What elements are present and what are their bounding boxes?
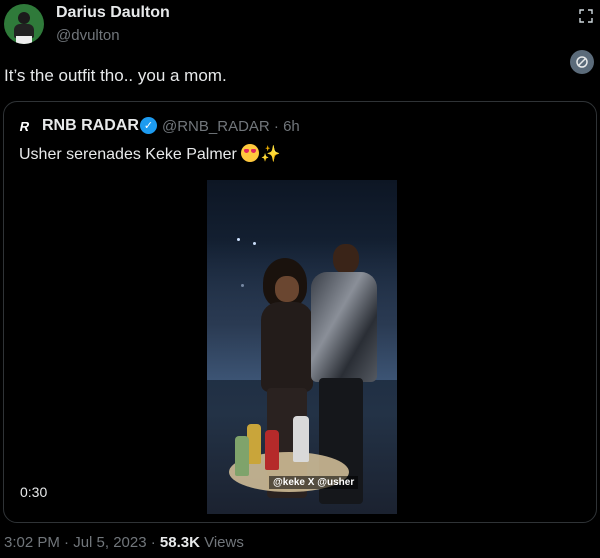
- avatar[interactable]: [4, 4, 44, 44]
- rnb-radar-logo-icon: R: [18, 119, 31, 134]
- grok-glyph-icon: [576, 56, 588, 68]
- views-label: Views: [199, 534, 244, 551]
- timestamp[interactable]: 3:02 PM · Jul 5, 2023 ·: [4, 534, 160, 551]
- video-player[interactable]: @keke X @usher: [207, 180, 397, 514]
- video-bottle: [247, 424, 261, 464]
- video-bottle: [265, 430, 279, 470]
- video-duration: 0:30: [20, 484, 48, 500]
- avatar-figure-pants: [16, 36, 32, 44]
- video-bottle: [293, 416, 309, 462]
- quoted-display-name[interactable]: RNB RADAR: [42, 117, 139, 135]
- tweet-text: It’s the outfit tho.. you a mom.: [4, 66, 227, 85]
- quoted-tweet-text: Usher serenades Keke Palmer ✨: [19, 144, 281, 164]
- quoted-handle-time: @RNB_RADAR · 6h: [162, 118, 300, 135]
- sparkles-emoji-icon: ✨: [260, 146, 281, 163]
- expand-icon[interactable]: [578, 8, 594, 24]
- video-bottle: [235, 436, 249, 476]
- views-count: 58.3K: [159, 534, 200, 551]
- avatar-figure-head: [18, 12, 30, 24]
- quoted-tweet-card[interactable]: R RNB RADAR ✓ @RNB_RADAR · 6h Usher sere…: [3, 101, 597, 523]
- author-handle[interactable]: @dvulton: [56, 27, 120, 44]
- verified-badge-icon: ✓: [140, 117, 157, 134]
- tweet-metadata: 3:02 PM · Jul 5, 2023 · 58.3K Views: [4, 534, 244, 551]
- grok-icon[interactable]: [570, 50, 594, 74]
- heart-eyes-emoji-icon: [240, 144, 259, 162]
- author-display-name[interactable]: Darius Daulton: [56, 4, 170, 22]
- video-caption: @keke X @usher: [269, 476, 359, 489]
- quoted-text-body: Usher serenades Keke Palmer: [19, 146, 237, 163]
